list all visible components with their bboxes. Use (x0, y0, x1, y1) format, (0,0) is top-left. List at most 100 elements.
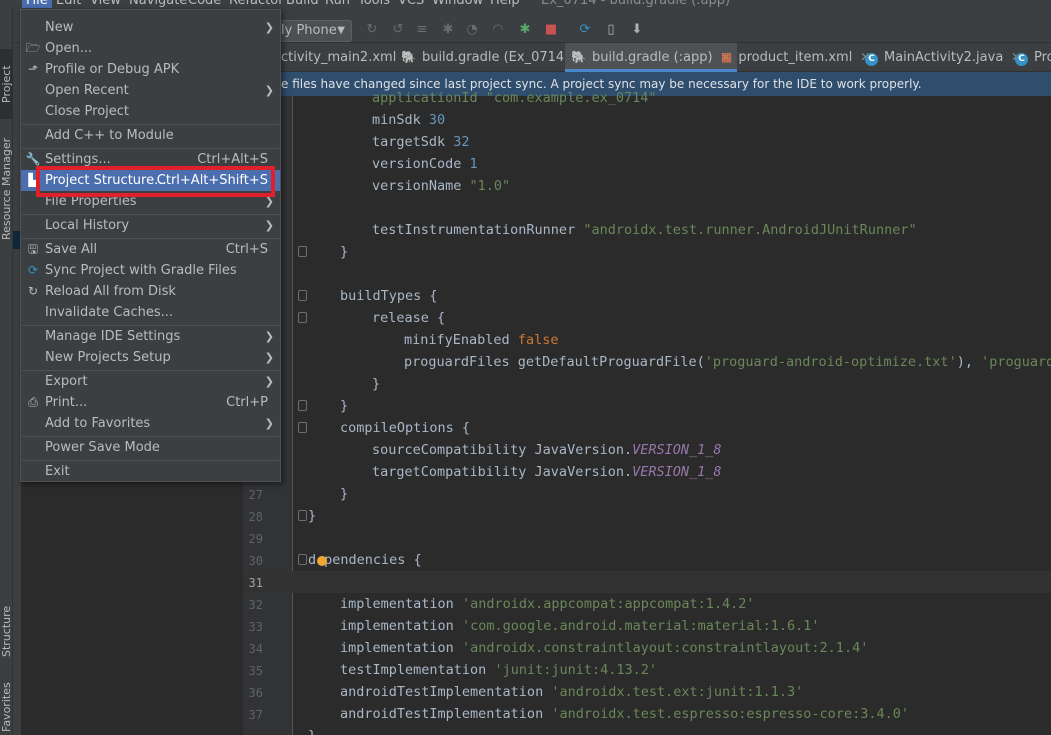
tab-label: ctivity_main2.xml (281, 50, 397, 65)
favorites-tool-tab[interactable]: Favorites (0, 677, 13, 735)
menu-item-new[interactable]: New ❯ (21, 17, 280, 38)
code-line: targetCompatibility JavaVersion.VERSION_… (372, 464, 722, 480)
code-line: versionCode 1 (372, 156, 478, 172)
menu-item-open-recent[interactable]: Open Recent ❯ (21, 80, 280, 101)
code-line: } (308, 508, 317, 524)
apply-changes-icon[interactable]: ↺ (390, 22, 406, 38)
line-number: 30 (248, 554, 263, 568)
menu-item-manage-ide-settings[interactable]: Manage IDE Settings ❯ (21, 326, 280, 347)
chevron-right-icon: ❯ (264, 330, 274, 343)
menu-item-local-history[interactable]: Local History ❯ (21, 215, 280, 236)
tab-build-gradle-app[interactable]: 🐘 build.gradle (:app) ✕ (565, 43, 737, 72)
tab-activity-main2-xml[interactable]: ctivity_main2.xml ✕ (281, 43, 414, 72)
fold-marker[interactable] (298, 246, 307, 257)
project-tool-tab[interactable]: Project (0, 49, 13, 119)
menu-item-add-to-favorites[interactable]: Add to Favorites ❯ (21, 413, 280, 434)
device-manager-icon[interactable]: ▯ (603, 22, 619, 38)
tab-label: product_item.xml (738, 50, 853, 65)
gradle-sync-icon: ⟳ (27, 263, 39, 277)
menu-refactor[interactable]: Refactor (229, 0, 284, 8)
sync-gradle-icon[interactable]: ⟳ (577, 22, 593, 38)
tab-label: build.gradle (:app) (591, 50, 713, 65)
fold-marker[interactable] (298, 312, 307, 323)
menu-item-add-cpp[interactable]: Add C++ to Module (21, 125, 280, 146)
code-line: androidTestImplementation 'androidx.test… (340, 706, 909, 722)
tab-product-item-xml[interactable]: ▦product_item.xml✕ (721, 43, 870, 72)
resource-manager-tool-tab[interactable]: Resource Manager (0, 134, 13, 244)
apply-code-icon[interactable]: ≡ (414, 22, 430, 38)
code-line: implementation 'com.google.android.mater… (340, 618, 820, 634)
menu-item-invalidate-caches[interactable]: Invalidate Caches... (21, 302, 280, 323)
chevron-right-icon: ❯ (264, 417, 274, 430)
run-coverage-icon[interactable]: ✱ (517, 22, 533, 38)
menu-code[interactable]: Code (188, 0, 221, 8)
code-line: testInstrumentationRunner "androidx.test… (372, 222, 917, 238)
code-line: } (340, 244, 349, 260)
menu-file[interactable]: File (22, 0, 52, 8)
tab-label: build.gradle (Ex_0714) (421, 50, 570, 65)
folder-icon: 🗁 (25, 41, 41, 55)
fold-marker[interactable] (298, 510, 307, 521)
menu-build[interactable]: Build (286, 0, 319, 8)
code-line: } (372, 376, 381, 392)
code-line: proguardFiles getDefaultProguardFile('pr… (404, 354, 1051, 370)
fold-marker[interactable] (298, 422, 307, 433)
code-line: buildTypes { (340, 288, 438, 304)
menu-help[interactable]: Help (490, 0, 520, 8)
menu-item-exit[interactable]: Exit (21, 461, 280, 482)
menu-item-open[interactable]: 🗁 Open... (21, 38, 280, 59)
menu-vcs[interactable]: VCS (398, 0, 424, 8)
menu-item-new-projects-setup[interactable]: New Projects Setup ❯ (21, 347, 280, 368)
window-title: Ex_0714 - build.gradle (:app) (541, 0, 731, 8)
menu-navigate[interactable]: Navigate (129, 0, 187, 8)
debug-icon[interactable]: ✱ (440, 22, 456, 38)
tab-mainactivity2-java[interactable]: CMainActivity2.java✕ (865, 43, 1021, 72)
menu-item-profile-debug-apk[interactable]: ⬏ Profile or Debug APK (21, 59, 280, 80)
profile-icon: ⬏ (27, 62, 39, 76)
class-icon: C (865, 53, 878, 66)
code-line: testImplementation 'junit:junit:4.13.2' (340, 662, 658, 678)
sdk-manager-icon[interactable]: ⬇ (629, 22, 645, 38)
chevron-right-icon: ❯ (264, 375, 274, 388)
chevron-right-icon: ❯ (264, 351, 274, 364)
menu-item-sync-gradle[interactable]: ⟳ Sync Project with Gradle Files (21, 260, 280, 281)
menu-item-print[interactable]: ⎙ Print... Ctrl+P (21, 392, 280, 413)
fold-marker[interactable] (298, 290, 307, 301)
rerun-icon[interactable]: ↻ (364, 22, 380, 38)
fold-marker[interactable] (298, 400, 307, 411)
code-line: } (340, 486, 349, 502)
menu-item-close-project[interactable]: Close Project (21, 101, 280, 122)
line-number: 37 (248, 708, 263, 722)
tab-build-gradle-project[interactable]: 🐘build.gradle (Ex_0714)✕ (401, 43, 587, 72)
menu-edit[interactable]: Edit (56, 0, 81, 8)
stop-icon[interactable]: ■ (543, 22, 559, 38)
menu-item-save-all[interactable]: 🖫 Save All Ctrl+S (21, 239, 280, 260)
menu-view[interactable]: View (90, 0, 121, 8)
line-number: 31 (248, 576, 263, 590)
annotation-highlight-box (36, 166, 275, 197)
intention-bulb-icon[interactable] (317, 556, 327, 566)
line-number: 33 (248, 620, 263, 634)
menu-item-reload-from-disk[interactable]: ↻ Reload All from Disk (21, 281, 280, 302)
menu-item-power-save-mode[interactable]: Power Save Mode (21, 437, 280, 458)
device-selector[interactable]: ly Phone ▼ (281, 20, 352, 42)
device-selector-label: ly Phone (281, 23, 337, 38)
code-line: applicationId "com.example.ex_0714" (372, 90, 657, 106)
tab-pro[interactable]: C Pro (1015, 43, 1051, 72)
menu-item-export[interactable]: Export ❯ (21, 371, 280, 392)
menu-tools[interactable]: Tools (358, 0, 390, 8)
menu-window[interactable]: Window (432, 0, 483, 8)
structure-tool-tab[interactable]: Structure (0, 599, 13, 664)
attach-debugger-icon[interactable]: ◠ (490, 22, 506, 38)
chevron-right-icon: ❯ (264, 21, 274, 34)
reload-icon: ↻ (27, 284, 39, 298)
menu-run[interactable]: Run (325, 0, 350, 8)
code-line: implementation 'androidx.constraintlayou… (340, 640, 869, 656)
code-line: versionName "1.0" (372, 178, 511, 194)
profile-icon[interactable]: ◔ (464, 22, 480, 38)
code-line: release { (372, 310, 446, 326)
gradle-icon: 🐘 (401, 50, 416, 64)
chevron-down-icon: ▼ (337, 25, 345, 36)
line-number: 34 (248, 642, 263, 656)
fold-marker[interactable] (298, 554, 307, 565)
